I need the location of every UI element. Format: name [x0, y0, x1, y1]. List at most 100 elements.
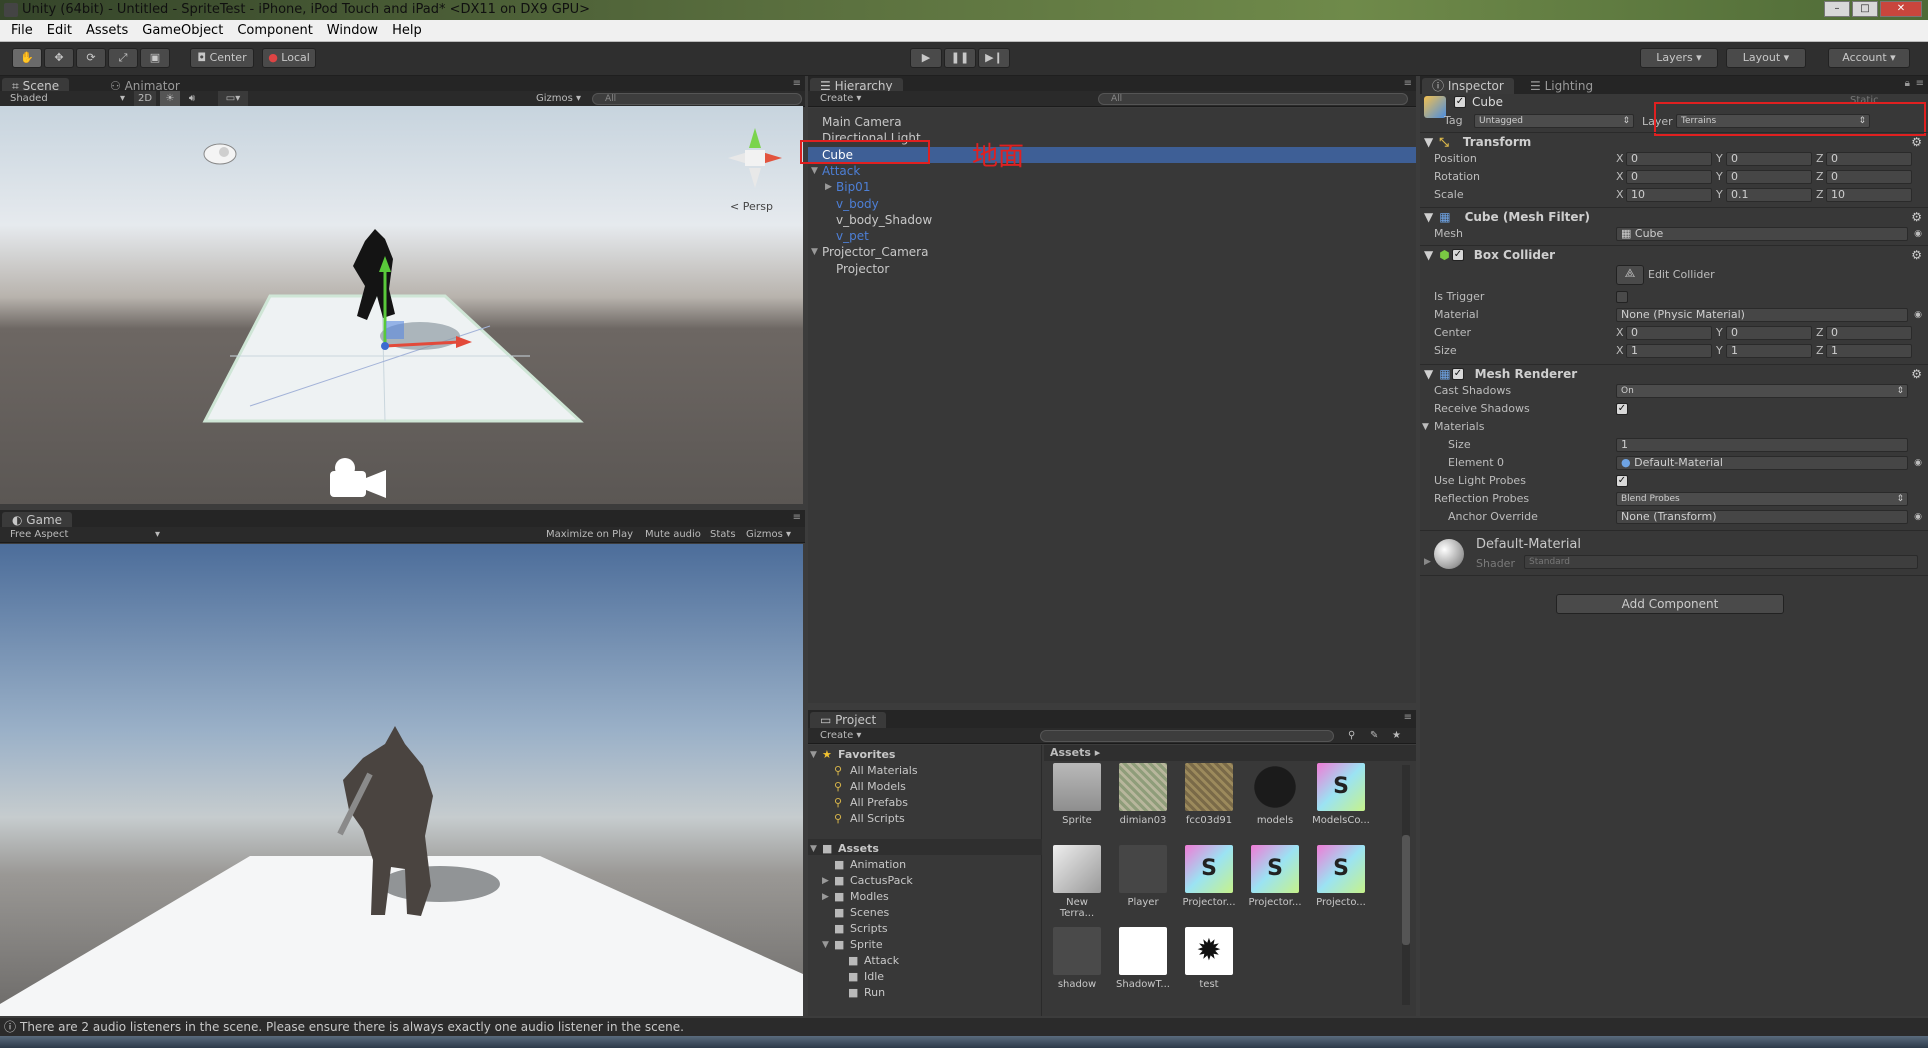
position-x-field[interactable]: 0 — [1626, 152, 1712, 166]
meshfilter-header[interactable]: ▼ ▦ Cube (Mesh Filter) ⚙ — [1420, 207, 1928, 225]
component-settings-icon[interactable]: ⚙ — [1911, 246, 1922, 264]
status-message[interactable]: There are 2 audio listeners in the scene… — [20, 1020, 684, 1034]
object-picker-icon[interactable]: ◉ — [1914, 508, 1922, 526]
favorites-section[interactable]: ▼ ★ Favorites — [808, 747, 1042, 763]
layers-dropdown[interactable]: Layers ▾ — [1640, 48, 1718, 68]
rect-tool-icon[interactable]: ▣ — [140, 48, 170, 68]
hierarchy-item[interactable]: ▼ Attack — [808, 163, 1416, 179]
project-folder[interactable]: ■ Scripts — [808, 921, 1042, 937]
menu-help[interactable]: Help — [385, 23, 429, 38]
menu-window[interactable]: Window — [320, 23, 385, 38]
filter-type-icon[interactable]: ⚲ — [1348, 728, 1355, 743]
boxcollider-header[interactable]: ▼ ⬢ ✓ Box Collider ⚙ — [1420, 245, 1928, 263]
menu-edit[interactable]: Edit — [40, 23, 79, 38]
panel-menu-icon[interactable]: ≡ — [793, 78, 801, 89]
favorite-star-icon[interactable]: ★ — [1392, 728, 1401, 743]
project-create-dropdown[interactable]: Create ▾ — [820, 728, 861, 743]
panel-menu-icon[interactable]: ≡ — [793, 512, 801, 523]
hand-tool-icon[interactable]: ✋ — [12, 48, 42, 68]
foldout-arrow-icon[interactable]: ▶ — [822, 873, 829, 889]
element0-field[interactable]: ● Default-Material — [1616, 456, 1908, 470]
close-button[interactable]: ✕ — [1880, 1, 1922, 17]
pivot-center-button[interactable]: ◘ Center — [190, 48, 254, 68]
lock-icon[interactable]: 🔒︎ — [1905, 78, 1910, 89]
object-name-field[interactable]: Cube — [1472, 95, 1503, 109]
asset-item[interactable]: dimian03 — [1114, 763, 1172, 826]
scene-orientation-gizmo[interactable] — [728, 128, 782, 188]
object-picker-icon[interactable]: ◉ — [1914, 454, 1922, 472]
rotate-tool-icon[interactable]: ⟳ — [76, 48, 106, 68]
hierarchy-item[interactable]: v_body_Shadow — [808, 212, 1416, 228]
cast-shadows-dropdown[interactable]: On ⇕ — [1616, 384, 1908, 398]
minimize-button[interactable]: – — [1824, 1, 1850, 17]
foldout-arrow-icon[interactable]: ▶ — [822, 889, 829, 905]
asset-item[interactable]: Sprite — [1048, 763, 1106, 826]
asset-item[interactable]: ✹ test — [1180, 927, 1238, 990]
asset-item[interactable]: S Projector... — [1180, 845, 1238, 908]
panel-menu-icon[interactable]: ≡ — [1916, 78, 1924, 89]
anchor-override-field[interactable]: None (Transform) — [1616, 510, 1908, 524]
boxcollider-enabled-checkbox[interactable]: ✓ — [1452, 249, 1464, 261]
space-local-button[interactable]: ● Local — [262, 48, 316, 68]
asset-item[interactable]: S ModelsCo... — [1312, 763, 1370, 826]
position-y-field[interactable]: 0 — [1726, 152, 1812, 166]
tab-lighting[interactable]: ☰ Lighting — [1520, 78, 1603, 94]
stats-toggle[interactable]: Stats — [710, 527, 736, 542]
project-subfolder[interactable]: ■ Run — [808, 985, 1042, 1001]
scene-lighting-icon[interactable]: ☀ — [160, 91, 180, 106]
is-trigger-checkbox[interactable] — [1616, 291, 1628, 303]
object-picker-icon[interactable]: ◉ — [1914, 306, 1922, 324]
project-folder[interactable]: ■ Scenes — [808, 905, 1042, 921]
materials-row[interactable]: ▼ Materials — [1420, 418, 1928, 436]
foldout-arrow-icon[interactable]: ▼ — [811, 163, 818, 179]
material-foldout-icon[interactable]: ▶ — [1424, 557, 1431, 567]
transform-header[interactable]: ▼ ⤡ Transform ⚙ — [1420, 132, 1928, 150]
panel-menu-icon[interactable]: ≡ — [1404, 712, 1412, 723]
favorite-item[interactable]: ⚲ All Scripts — [808, 811, 1042, 827]
component-settings-icon[interactable]: ⚙ — [1911, 365, 1922, 383]
asset-item[interactable]: S Projector... — [1246, 845, 1304, 908]
hierarchy-create-dropdown[interactable]: Create ▾ — [820, 91, 861, 106]
mode-2d-button[interactable]: 2D — [134, 91, 156, 106]
project-folder[interactable]: ▶ ■ Modles — [808, 889, 1042, 905]
object-picker-icon[interactable]: ◉ — [1914, 225, 1922, 243]
shader-dropdown[interactable]: Standard — [1524, 555, 1918, 569]
materials-size-field[interactable]: 1 — [1616, 438, 1908, 452]
shading-dropdown[interactable]: Shaded ▾ — [10, 91, 125, 106]
pause-button[interactable]: ❚❚ — [944, 48, 976, 68]
mesh-field[interactable]: ▦ Cube — [1616, 227, 1908, 241]
add-component-button[interactable]: Add Component — [1556, 594, 1784, 614]
active-checkbox[interactable]: ✓ — [1454, 96, 1466, 108]
favorite-item[interactable]: ⚲ All Materials — [808, 763, 1042, 779]
project-folder[interactable]: ■ Animation — [808, 857, 1042, 873]
foldout-arrow-icon[interactable]: ▼ — [810, 747, 817, 763]
project-folder[interactable]: ▼ ■ Sprite — [808, 937, 1042, 953]
foldout-arrow-icon[interactable]: ▼ — [810, 841, 817, 857]
foldout-arrow-icon[interactable]: ▼ — [822, 937, 829, 953]
hierarchy-item[interactable]: Main Camera — [808, 114, 1416, 130]
panel-menu-icon[interactable]: ≡ — [1404, 78, 1412, 89]
position-z-field[interactable]: 0 — [1826, 152, 1912, 166]
maximize-button[interactable]: □ — [1852, 1, 1878, 17]
favorite-item[interactable]: ⚲ All Prefabs — [808, 795, 1042, 811]
tab-project[interactable]: ▭ Project — [810, 712, 887, 728]
project-subfolder[interactable]: ■ Attack — [808, 953, 1042, 969]
component-settings-icon[interactable]: ⚙ — [1911, 208, 1922, 226]
assets-root[interactable]: ▼ ■ Assets — [808, 841, 1042, 857]
menu-component[interactable]: Component — [230, 23, 319, 38]
hierarchy-item[interactable]: ▼ Projector_Camera — [808, 244, 1416, 260]
collider-material-field[interactable]: None (Physic Material) — [1616, 308, 1908, 322]
scale-z-field[interactable]: 10 — [1826, 188, 1912, 202]
foldout-arrow-icon[interactable]: ▶ — [825, 179, 832, 195]
reflection-probes-dropdown[interactable]: Blend Probes ⇕ — [1616, 492, 1908, 506]
scale-x-field[interactable]: 10 — [1626, 188, 1712, 202]
rotation-y-field[interactable]: 0 — [1726, 170, 1812, 184]
aspect-dropdown[interactable]: Free Aspect ▾ — [10, 527, 160, 542]
component-settings-icon[interactable]: ⚙ — [1911, 133, 1922, 151]
asset-item[interactable]: ShadowT... — [1114, 927, 1172, 990]
step-button[interactable]: ▶❙ — [978, 48, 1010, 68]
filter-label-icon[interactable]: ✎ — [1370, 728, 1378, 743]
asset-item[interactable]: New Terra... — [1048, 845, 1106, 919]
asset-item[interactable]: models — [1246, 763, 1304, 826]
size-y-field[interactable]: 1 — [1726, 344, 1812, 358]
